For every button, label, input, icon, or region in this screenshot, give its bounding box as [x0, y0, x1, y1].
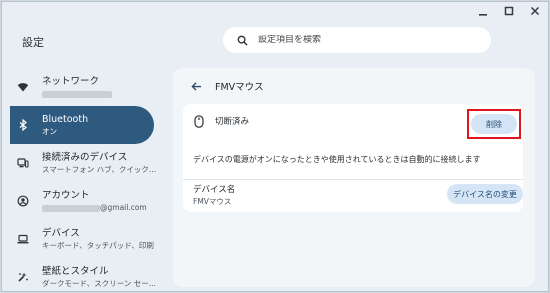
restore-icon[interactable]	[502, 4, 516, 18]
sidebar-item-account[interactable]: アカウント @gmail.com	[2, 182, 160, 220]
sidebar-item-wallpaper[interactable]: 壁紙とスタイル ダークモード、スクリーン セー...	[2, 258, 160, 291]
redacted-text	[42, 204, 100, 212]
auto-connect-description: デバイスの電源がオンになったときや使用されているときは自動的に接続します	[193, 155, 481, 164]
sidebar-item-sublabel: キーボード、タッチパッド、印刷	[42, 241, 154, 251]
device-name-label: デバイス名	[193, 185, 236, 195]
connection-status: 切断済み	[215, 117, 250, 127]
mouse-icon	[193, 114, 205, 128]
sidebar: ネットワーク Bluetooth オン 接続済みのデバイス スマートフォン ハブ…	[2, 68, 160, 291]
sidebar-item-bluetooth[interactable]: Bluetooth オン	[10, 106, 154, 144]
app-title: 設定	[22, 36, 44, 49]
close-icon[interactable]	[528, 4, 542, 18]
sidebar-item-network[interactable]: ネットワーク	[2, 68, 160, 106]
panel-header: FMVマウス	[189, 79, 264, 93]
sidebar-item-label: 壁紙とスタイル	[42, 265, 109, 277]
window-controls	[476, 4, 542, 18]
palette-icon	[16, 270, 30, 284]
laptop-icon	[16, 232, 30, 246]
sidebar-item-sublabel: スマートフォン ハブ、クイック...	[42, 165, 157, 175]
search-icon	[237, 35, 248, 46]
sidebar-item-sublabel: ダークモード、スクリーン セー...	[42, 279, 156, 289]
minimize-icon[interactable]	[476, 4, 490, 18]
sidebar-item-sublabel	[42, 89, 112, 98]
sidebar-item-device[interactable]: デバイス キーボード、タッチパッド、印刷	[2, 220, 160, 258]
sidebar-item-connected-devices[interactable]: 接続済みのデバイス スマートフォン ハブ、クイック...	[2, 144, 160, 182]
sidebar-item-label: 接続済みのデバイス	[42, 151, 128, 163]
search-bar[interactable]	[223, 27, 491, 53]
back-arrow-icon[interactable]	[189, 79, 203, 93]
device-detail-panel: FMVマウス 切断済み 削除 デバイスの電源がオンになったときや使用されていると…	[173, 68, 535, 287]
bluetooth-icon	[16, 118, 30, 132]
sidebar-item-label: ネットワーク	[42, 75, 100, 87]
search-input[interactable]	[258, 35, 458, 45]
divider	[183, 179, 523, 180]
devices-icon	[16, 156, 30, 170]
sidebar-item-sublabel: オン	[42, 127, 57, 137]
sidebar-item-label: アカウント	[42, 189, 90, 201]
rename-device-button[interactable]: デバイス名の変更	[447, 184, 523, 204]
device-status-row: 切断済み	[193, 114, 249, 128]
wifi-icon	[16, 80, 30, 94]
account-icon	[16, 194, 30, 208]
settings-window: 設定 ネットワーク Bluetooth オン	[1, 1, 549, 292]
sidebar-item-sublabel: @gmail.com	[42, 203, 147, 212]
account-email-domain: @gmail.com	[100, 203, 147, 213]
page-title: FMVマウス	[215, 82, 264, 93]
redacted-text	[42, 90, 112, 98]
sidebar-item-label: Bluetooth	[42, 113, 89, 125]
sidebar-item-label: デバイス	[42, 227, 80, 239]
delete-button[interactable]: 削除	[471, 114, 517, 134]
device-name-value: FMVマウス	[193, 197, 232, 206]
